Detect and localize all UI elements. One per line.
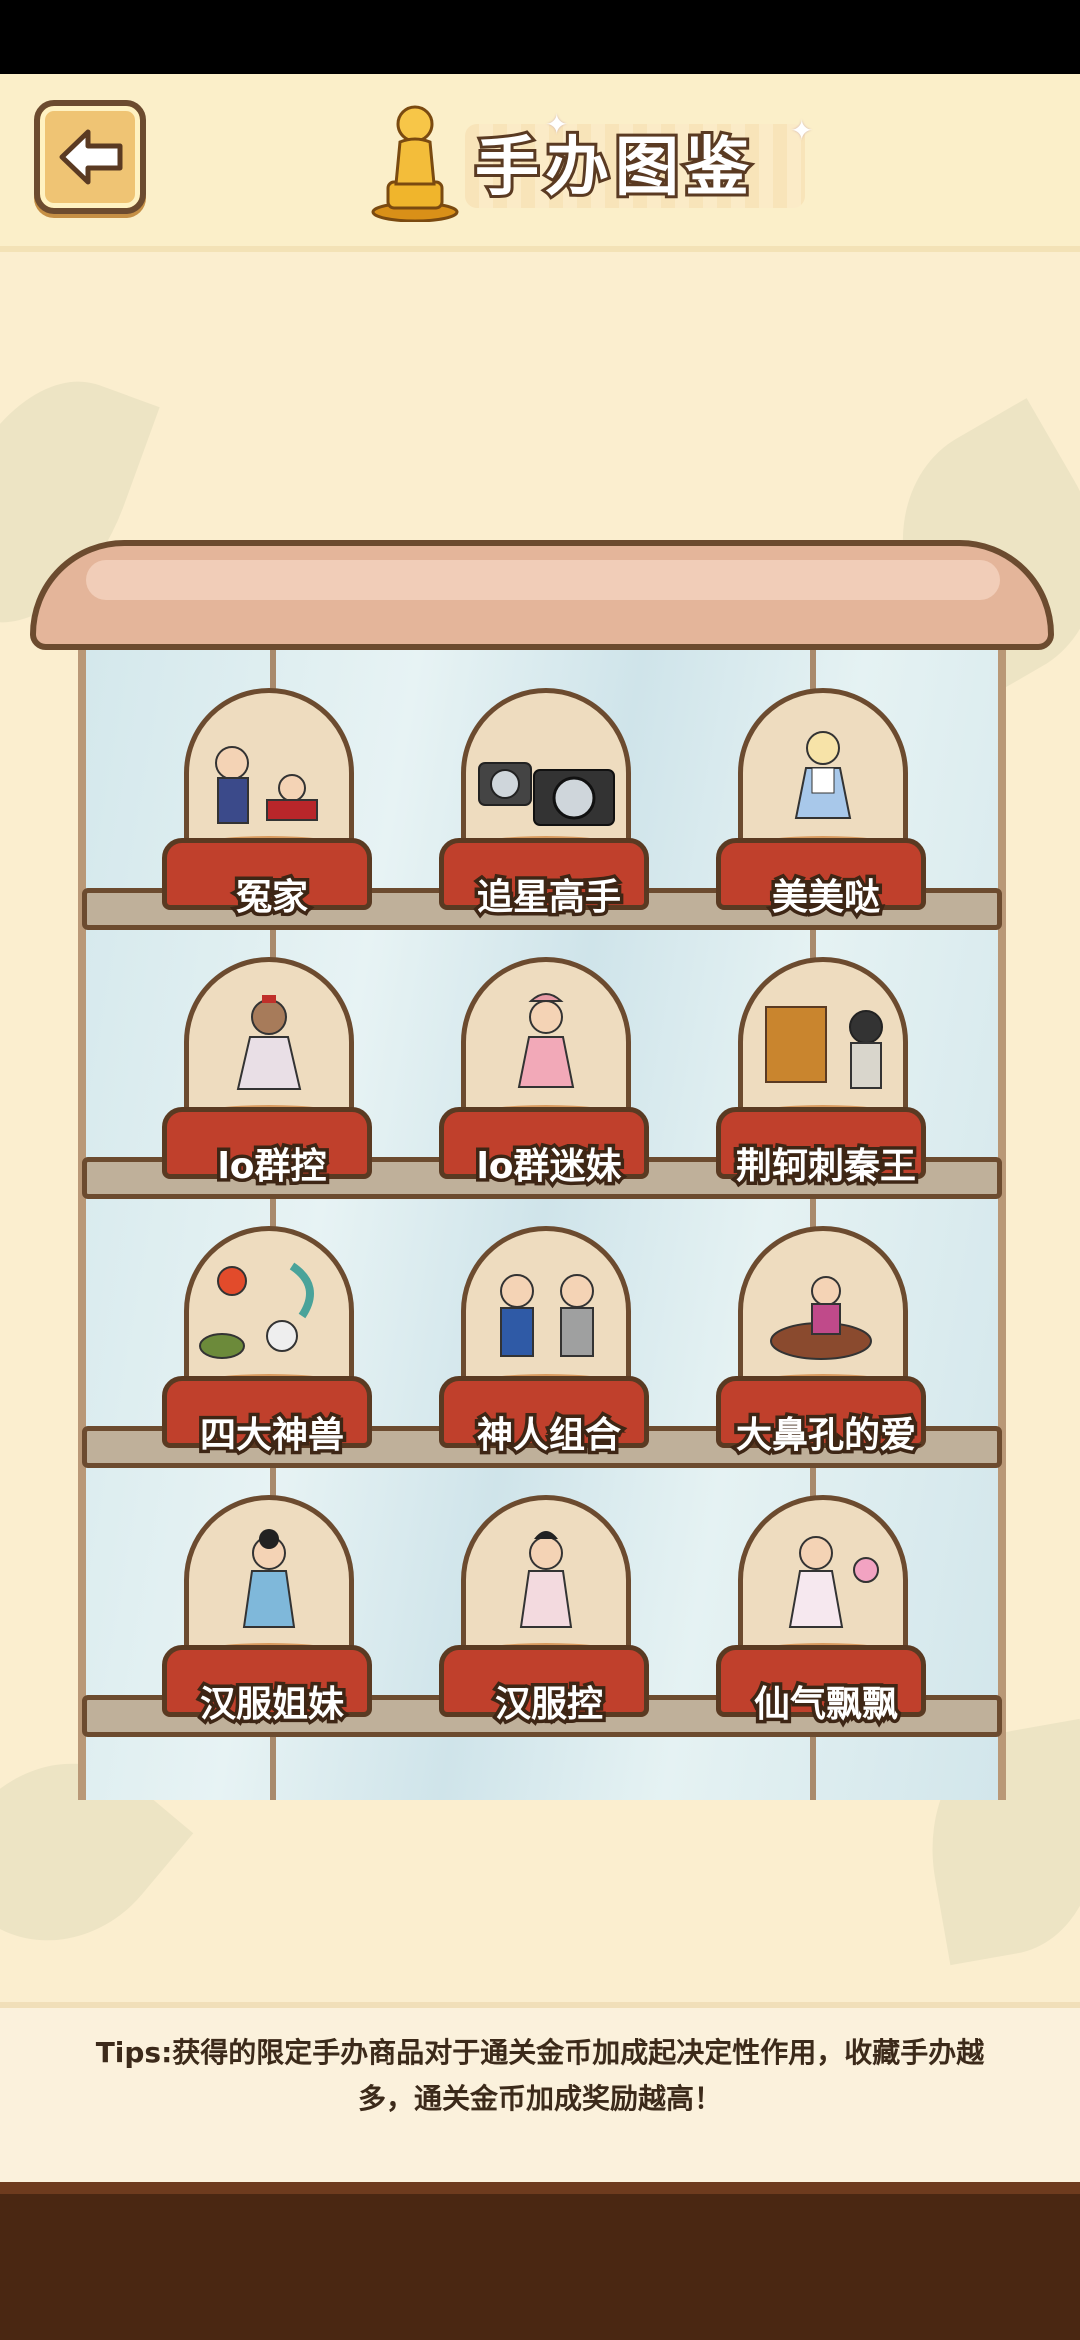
tips-bar: Tips:获得的限定手办商品对于通关金币加成起决定性作用，收藏手办越 多，通关金… bbox=[0, 2002, 1080, 2188]
horse-rider-icon bbox=[770, 1276, 872, 1360]
pink-girl-icon bbox=[517, 993, 575, 1088]
floor bbox=[0, 2182, 1080, 2340]
lolita-girl-icon bbox=[236, 995, 302, 1090]
hanfu-girl-icon bbox=[242, 1529, 296, 1628]
figure-slot[interactable]: 美美哒 bbox=[716, 688, 936, 938]
back-arrow-icon bbox=[59, 129, 123, 185]
camera-icon bbox=[478, 762, 615, 826]
four-beasts-icon bbox=[199, 1262, 314, 1359]
figure-slot[interactable]: 四大神兽 bbox=[162, 1226, 382, 1476]
page-title-wrap: 手办图鉴 ✦ ✦ bbox=[370, 102, 830, 222]
statue-icon bbox=[371, 105, 459, 222]
display-cabinet: 冤家 追星高手 美美哒 lo群控 lo群迷妹 荆轲刺秦王 四大神兽 神人组合 大… bbox=[30, 540, 1054, 1820]
figure-slot[interactable]: 神人组合 bbox=[439, 1226, 659, 1476]
figure-slot[interactable]: 追星高手 bbox=[439, 688, 659, 938]
doll-girl-icon bbox=[794, 731, 852, 819]
couple-figure-icon bbox=[215, 746, 318, 824]
figure-name: 仙气飘飘 bbox=[750, 1681, 901, 1729]
assassin-statue-icon bbox=[765, 1006, 883, 1089]
tips-text: Tips:获得的限定手办商品对于通关金币加成起决定性作用，收藏手办越 多，通关金… bbox=[40, 2030, 1040, 2122]
collection-area: 冤家 追星高手 美美哒 lo群控 lo群迷妹 荆轲刺秦王 四大神兽 神人组合 大… bbox=[0, 252, 1080, 1997]
figure-slot[interactable]: 仙气飘飘 bbox=[716, 1495, 936, 1745]
figure-name: 美美哒 bbox=[768, 874, 883, 922]
figure-name: 神人组合 bbox=[473, 1412, 624, 1460]
cabinet-roof bbox=[30, 540, 1054, 650]
tips-line-2: 多，通关金币加成奖励越高！ bbox=[357, 2082, 722, 2115]
figure-slot[interactable]: 汉服控 bbox=[439, 1495, 659, 1745]
sparkle-icon: ✦ bbox=[545, 108, 569, 141]
page-title: 手办图鉴 bbox=[472, 128, 755, 208]
figure-name: 追星高手 bbox=[473, 874, 624, 922]
figure-slot[interactable]: 冤家 bbox=[162, 688, 382, 938]
figure-slot[interactable]: 荆轲刺秦王 bbox=[716, 957, 936, 1207]
figure-name: 汉服姐妹 bbox=[196, 1681, 347, 1729]
figure-name: lo群迷妹 bbox=[473, 1143, 625, 1191]
figure-slot[interactable]: lo群控 bbox=[162, 957, 382, 1207]
header: 手办图鉴 ✦ ✦ bbox=[0, 74, 1080, 252]
figure-slot[interactable]: 大鼻孔的爱 bbox=[716, 1226, 936, 1476]
figure-name: 冤家 bbox=[232, 874, 311, 922]
hanfu-lady-icon bbox=[519, 1531, 573, 1628]
figure-name: 汉服控 bbox=[491, 1681, 606, 1729]
figure-slot[interactable]: lo群迷妹 bbox=[439, 957, 659, 1207]
figure-name: lo群控 bbox=[214, 1143, 330, 1191]
sparkle-icon: ✦ bbox=[790, 114, 814, 147]
figure-slot[interactable]: 汉服姐妹 bbox=[162, 1495, 382, 1745]
figure-name: 四大神兽 bbox=[196, 1412, 347, 1460]
status-bar bbox=[0, 0, 1080, 74]
figure-name: 荆轲刺秦王 bbox=[732, 1143, 919, 1191]
duo-figure-icon bbox=[500, 1274, 594, 1357]
back-button[interactable] bbox=[34, 100, 146, 214]
tips-line-1: Tips:获得的限定手办商品对于通关金币加成起决定性作用，收藏手办越 bbox=[95, 2036, 985, 2069]
fairy-lady-icon bbox=[788, 1536, 879, 1628]
figure-name: 大鼻孔的爱 bbox=[732, 1412, 919, 1460]
